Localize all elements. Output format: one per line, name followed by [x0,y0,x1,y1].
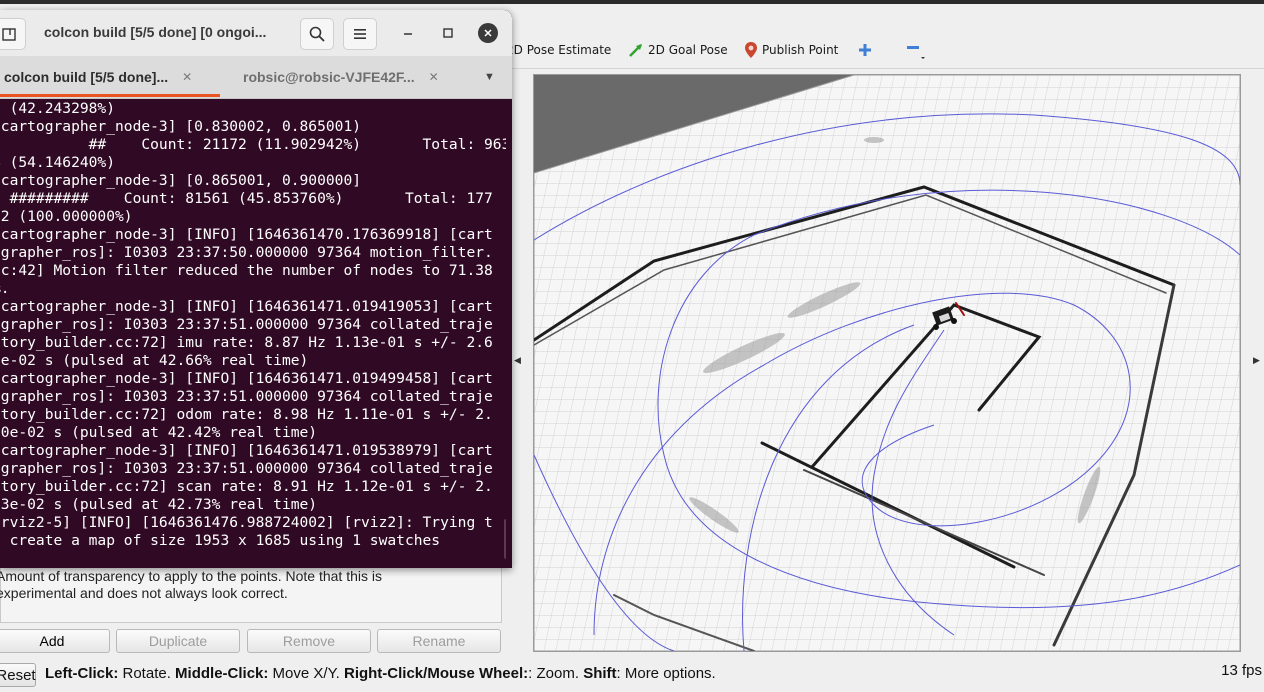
collapse-right-arrow-icon[interactable]: ▶ [1253,356,1260,366]
terminal-tab-bar: colcon build [5/5 done]... ✕ robsic@robs… [0,56,512,99]
minus-icon [907,46,925,59]
status-bar: Reset Left-Click: Rotate. Middle-Click: … [0,660,1264,692]
publish-point-label: Publish Point [762,43,839,57]
close-icon [484,29,492,37]
remove-button[interactable]: Remove [247,629,371,653]
hint-text: : Zoom. [528,665,584,682]
pose-estimate-tool[interactable]: 2D Pose Estimate [506,38,611,62]
terminal-line: ographer_ros]: I0303 23:37:51.000000 973… [0,460,493,477]
terminal-line: [cartographer_node-3] [INFO] [1646361470… [0,226,493,243]
tab-robsic[interactable]: robsic@robsic-VJFE42F... ✕ [243,56,439,98]
minimize-icon [404,33,412,35]
occupancy-grid [534,75,1240,651]
terminal-line: ographer_ros]: I0303 23:37:50.000000 973… [0,244,493,261]
reset-button[interactable]: Reset [0,663,36,687]
active-tab-indicator [0,94,220,97]
duplicate-button[interactable]: Duplicate [116,629,240,653]
terminal-header: colcon build [5/5 done] [0 ongoi... [0,10,512,57]
goal-pose-tool[interactable]: 2D Goal Pose [628,38,728,62]
tab-close-icon[interactable]: ✕ [429,70,439,84]
terminal-line: ctory_builder.cc:72] scan rate: 8.91 Hz … [0,478,493,495]
hint-key: Shift [583,665,617,682]
terminal-line: [cartographer_node-3] [INFO] [1646361471… [0,298,493,315]
terminal-line: 4 (54.146240%) [0,154,116,171]
close-button[interactable] [478,23,498,43]
terminal-lines: 0 (42.243298%) [cartographer_node-3] [0.8… [0,100,506,550]
terminal-line: cc:42] Motion filter reduced the number … [0,262,493,279]
property-description: Amount of transparency to apply to the p… [0,568,502,623]
rviz-toolbar: 2D Pose Estimate 2D Goal Pose Publish Po… [500,4,1264,69]
description-line: experimental and does not always look co… [0,585,288,601]
terminal-line: o create a map of size 1953 x 1685 using… [0,532,441,549]
description-line: Amount of transparency to apply to the p… [0,568,382,584]
terminal-line: ## Count: 21172 (11.902942%) Total: 963 [0,136,506,153]
menu-button[interactable] [343,18,377,50]
tab-list-dropdown[interactable]: ▼ [484,56,495,98]
hint-text: : More options. [616,665,716,682]
map-pin-icon [745,42,757,58]
terminal-line: 00e-02 s (pulsed at 42.42% real time) [0,424,318,441]
hint-key: Left-Click: [45,665,119,682]
terminal-line: [cartographer_node-3] [0.830002, 0.86500… [0,118,362,135]
terminal-title: colcon build [5/5 done] [0 ongoi... [44,24,267,40]
fps-counter: 13 fps [1221,662,1262,679]
hamburger-menu-icon [354,29,366,39]
new-tab-icon [2,28,16,41]
mouse-hint: Left-Click: Rotate. Middle-Click: Move X… [45,665,716,682]
pose-estimate-label: 2D Pose Estimate [506,43,612,57]
terminal-line: 72 (100.000000%) [0,208,133,225]
terminal-output[interactable]: 0 (42.243298%) [cartographer_node-3] [0.8… [0,99,506,568]
terminal-line: [cartographer_node-3] [0.865001, 0.90000… [0,172,362,189]
terminal-line: [cartographer_node-3] [INFO] [1646361471… [0,442,493,459]
publish-point-tool[interactable]: Publish Point [744,38,838,62]
minimize-button[interactable] [398,23,418,43]
3d-viewport[interactable] [533,74,1241,652]
collapse-left-arrow-icon[interactable]: ◀ [514,356,521,366]
tab-label: robsic@robsic-VJFE42F... [243,69,415,85]
search-button[interactable] [300,18,334,50]
hint-key: Right-Click/Mouse Wheel: [343,665,529,682]
terminal-line: ographer_ros]: I0303 23:37:51.000000 973… [0,388,493,405]
zoom-in-tool[interactable] [858,38,872,62]
chevron-down-icon: ▼ [484,71,495,83]
terminal-line: ographer_ros]: I0303 23:37:51.000000 973… [0,316,493,333]
arrow-icon [629,44,642,57]
tab-close-icon[interactable]: ✕ [182,70,192,84]
new-tab-button[interactable] [0,18,26,50]
terminal-line: ] ######### Count: 81561 (45.853760%) To… [0,190,493,207]
terminal-line: ctory_builder.cc:72] imu rate: 8.87 Hz 1… [0,334,493,351]
plus-icon [859,44,871,56]
hint-text: Rotate. [118,665,176,682]
terminal-scrollbar[interactable] [504,519,506,559]
terminal-line: 33e-02 s (pulsed at 42.73% real time) [0,496,318,513]
tab-label: colcon build [5/5 done]... [4,69,169,85]
hint-text: Move X/Y. [268,665,344,682]
terminal-line: 0 (42.243298%) [0,100,116,117]
terminal-line: 3e-02 s (pulsed at 42.66% real time) [0,352,309,369]
rename-button[interactable]: Rename [377,629,501,653]
terminal-line: [cartographer_node-3] [INFO] [1646361471… [0,370,493,387]
maximize-button[interactable] [438,23,458,43]
terminal-line: %. [0,280,10,297]
tab-colcon[interactable]: colcon build [5/5 done]... ✕ [4,56,192,98]
maximize-icon [443,28,453,38]
terminal-line: ctory_builder.cc:72] odom rate: 8.98 Hz … [0,406,493,423]
goal-pose-label: 2D Goal Pose [648,43,728,57]
terminal-window[interactable]: colcon build [5/5 done] [0 ongoi... colc… [0,10,512,568]
terminal-line: [rviz2-5] [INFO] [1646361476.988724002] … [0,514,493,531]
hint-key: Middle-Click: [175,665,269,682]
add-button[interactable]: Add [0,629,110,653]
search-icon [309,26,325,42]
zoom-out-tool[interactable] [906,38,926,62]
map-render [534,75,1240,651]
